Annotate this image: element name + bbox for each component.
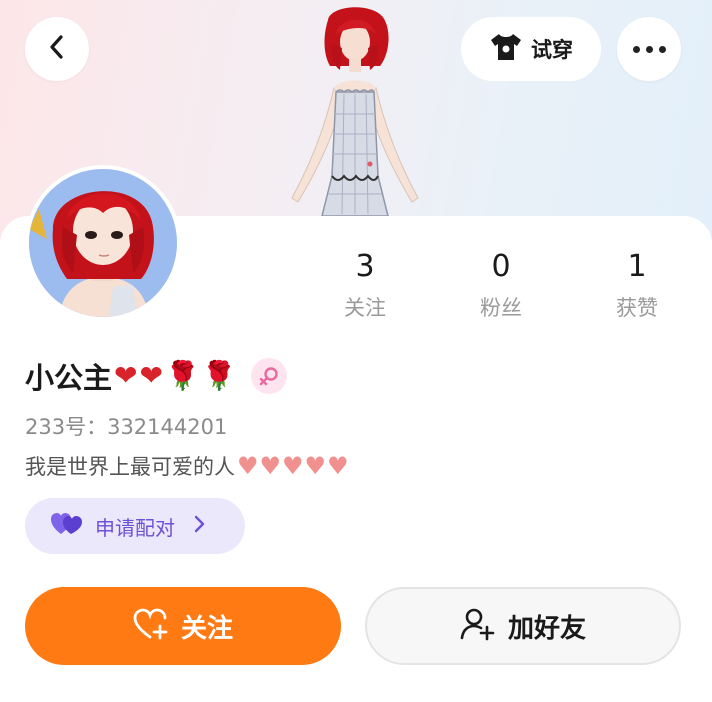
- stat-likes-value: 1: [627, 249, 647, 284]
- rose-emoji: 🌹: [201, 359, 237, 392]
- stat-followers-value: 0: [491, 249, 511, 284]
- back-button[interactable]: [25, 17, 89, 81]
- follow-button[interactable]: 关注: [25, 587, 341, 665]
- female-gender-icon: [250, 358, 287, 394]
- user-id: 233号：332144201: [25, 415, 228, 439]
- avatar[interactable]: [25, 165, 181, 321]
- more-dots-icon: [632, 45, 666, 53]
- stat-following[interactable]: 3 关注: [305, 250, 425, 322]
- stat-followers-label: 粉丝: [480, 296, 522, 320]
- character-figure: [291, 7, 419, 217]
- chevron-left-icon: [46, 34, 68, 64]
- bio-text: 我是世界上最可爱的人: [25, 455, 235, 479]
- apply-pairing-button[interactable]: 申请配对: [25, 498, 245, 554]
- stat-followers[interactable]: 0 粉丝: [441, 250, 561, 322]
- stat-likes-label: 获赞: [616, 296, 658, 320]
- profile-bio: 我是世界上最可爱的人 ♥♥♥♥♥: [25, 451, 350, 481]
- rose-emoji: 🌹: [164, 359, 200, 392]
- heart-emoji: ❤: [114, 359, 138, 392]
- heart-emoji: ❤: [139, 359, 163, 392]
- bio-hearts: ♥♥♥♥♥: [237, 452, 350, 480]
- tshirt-icon: [489, 32, 523, 66]
- stat-likes[interactable]: 1 获赞: [577, 250, 697, 322]
- add-friend-label: 加好友: [507, 613, 586, 644]
- profile-name-row: 小公主 ❤ ❤ 🌹 🌹: [25, 355, 287, 397]
- try-on-label: 试穿: [531, 38, 573, 62]
- double-heart-icon: [51, 512, 83, 540]
- heart-plus-icon: [133, 608, 169, 644]
- stat-following-label: 关注: [344, 296, 386, 320]
- chevron-right-icon: [193, 514, 205, 539]
- try-on-button[interactable]: 试穿: [461, 17, 601, 81]
- profile-name: 小公主: [25, 361, 113, 395]
- follow-label: 关注: [180, 613, 233, 644]
- avatar-image: [29, 169, 177, 317]
- add-friend-button[interactable]: 加好友: [365, 587, 681, 665]
- more-options-button[interactable]: [617, 17, 681, 81]
- stat-following-value: 3: [355, 249, 375, 284]
- apply-pairing-label: 申请配对: [95, 515, 175, 540]
- user-plus-icon: [460, 607, 496, 645]
